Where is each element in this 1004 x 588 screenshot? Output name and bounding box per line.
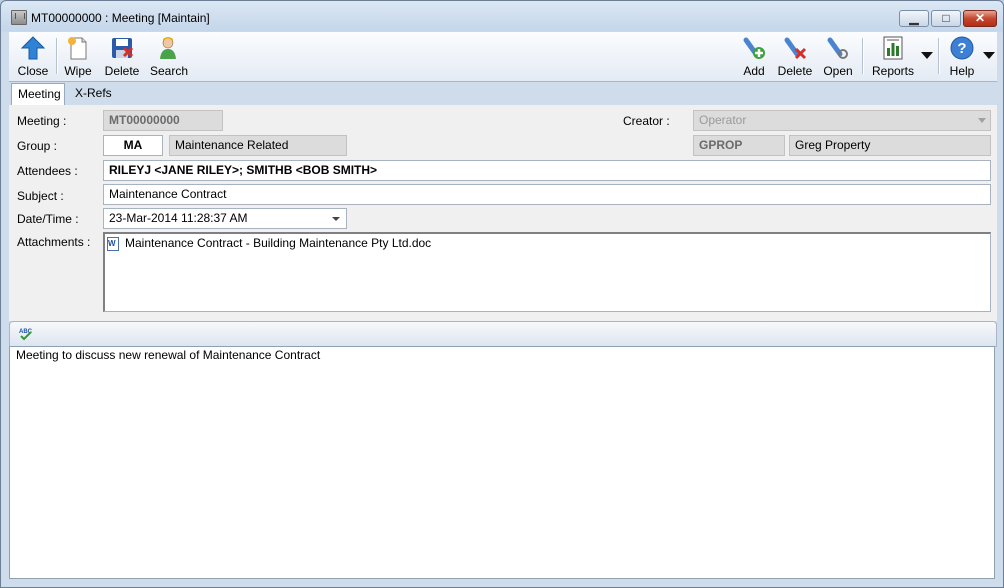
open-label: Open — [823, 64, 853, 78]
toolbar-separator — [56, 38, 58, 74]
reports-button[interactable]: Reports — [869, 32, 917, 81]
floppy-delete-icon — [112, 38, 134, 58]
group-label: Group : — [17, 139, 58, 153]
delete-attachment-label: Delete — [777, 64, 813, 78]
paperclip-open-icon — [827, 37, 848, 59]
toolbar-separator — [938, 38, 940, 74]
tab-meeting[interactable]: Meeting — [11, 83, 65, 105]
minimize-icon: ▁ — [909, 11, 919, 25]
meeting-label: Meeting : — [17, 114, 67, 128]
arrow-up-icon — [21, 36, 45, 60]
add-attachment-button[interactable]: Add — [735, 32, 773, 81]
maximize-button[interactable]: □ — [931, 10, 961, 27]
attachments-list[interactable]: Maintenance Contract - Building Maintena… — [103, 232, 991, 312]
search-label: Search — [149, 64, 189, 78]
help-icon: ? — [950, 36, 974, 60]
notes-text-area[interactable]: Meeting to discuss new renewal of Mainte… — [9, 346, 995, 579]
notes-toolbar: ABC — [9, 321, 997, 347]
reports-label: Reports — [871, 64, 915, 78]
open-attachment-button[interactable]: Open — [818, 32, 858, 81]
window-title: MT00000000 : Meeting [Maintain] — [31, 11, 210, 25]
delete-attachment-button[interactable]: Delete — [775, 32, 815, 81]
toolbar: Close Wipe Delete Search Add Delete Open… — [9, 32, 997, 82]
close-button[interactable]: Close — [11, 32, 55, 81]
close-window-button[interactable]: ✕ — [963, 10, 997, 27]
help-button[interactable]: ? Help — [943, 32, 981, 81]
person-search-icon — [160, 37, 176, 59]
reports-dropdown-icon[interactable] — [921, 52, 933, 59]
creator-value: Operator — [699, 113, 747, 127]
subject-label: Subject : — [17, 189, 64, 203]
chevron-down-icon[interactable] — [332, 217, 340, 221]
datetime-picker[interactable]: 23-Mar-2014 11:28:37 AM — [103, 208, 347, 229]
svg-text:?: ? — [957, 40, 966, 57]
delete-label: Delete — [104, 64, 140, 78]
add-label: Add — [743, 64, 765, 78]
attendees-field[interactable]: RILEYJ <JANE RILEY>; SMITHB <BOB SMITH> — [103, 160, 991, 181]
maximize-icon: □ — [942, 11, 950, 25]
chevron-down-icon — [978, 118, 986, 123]
close-icon: ✕ — [974, 11, 986, 25]
datetime-label: Date/Time : — [17, 212, 79, 226]
meeting-id-field: MT00000000 — [103, 110, 223, 131]
attachment-filename: Maintenance Contract - Building Maintena… — [125, 236, 432, 250]
help-dropdown-icon[interactable] — [983, 52, 995, 59]
list-item[interactable]: Maintenance Contract - Building Maintena… — [105, 234, 990, 254]
datetime-value: 23-Mar-2014 11:28:37 AM — [109, 211, 248, 225]
wipe-button[interactable]: Wipe — [59, 32, 97, 81]
report-chart-icon — [883, 36, 903, 60]
tab-xrefs[interactable]: X-Refs — [69, 83, 121, 105]
tab-bar: Meeting X-Refs — [9, 82, 997, 105]
close-label: Close — [17, 64, 49, 78]
owner-code-field: GPROP — [693, 135, 785, 156]
title-bar: MT00000000 : Meeting [Maintain] ▁ □ ✕ — [1, 1, 1003, 31]
meeting-form: Meeting : MT00000000 Creator : Operator … — [9, 105, 997, 321]
owner-name-field: Greg Property — [789, 135, 991, 156]
creator-label: Creator : — [623, 114, 670, 128]
paperclip-delete-icon — [784, 37, 807, 60]
help-label: Help — [949, 64, 975, 78]
attendees-label: Attendees : — [17, 164, 78, 178]
paperclip-add-icon — [743, 37, 765, 59]
app-icon — [11, 10, 27, 25]
attachments-label: Attachments : — [17, 235, 91, 249]
word-document-icon — [107, 237, 119, 251]
group-description-field: Maintenance Related — [169, 135, 347, 156]
minimize-button[interactable]: ▁ — [899, 10, 929, 27]
meeting-window: MT00000000 : Meeting [Maintain] ▁ □ ✕ Cl… — [0, 0, 1004, 588]
group-code-field[interactable]: MA — [103, 135, 163, 156]
search-button[interactable]: Search — [147, 32, 191, 81]
new-document-icon — [68, 37, 87, 60]
wipe-label: Wipe — [64, 64, 92, 78]
delete-button[interactable]: Delete — [101, 32, 143, 81]
subject-field[interactable]: Maintenance Contract — [103, 184, 991, 205]
toolbar-separator — [862, 38, 864, 74]
creator-select: Operator — [693, 110, 991, 131]
spell-check-icon[interactable]: ABC — [18, 327, 34, 341]
